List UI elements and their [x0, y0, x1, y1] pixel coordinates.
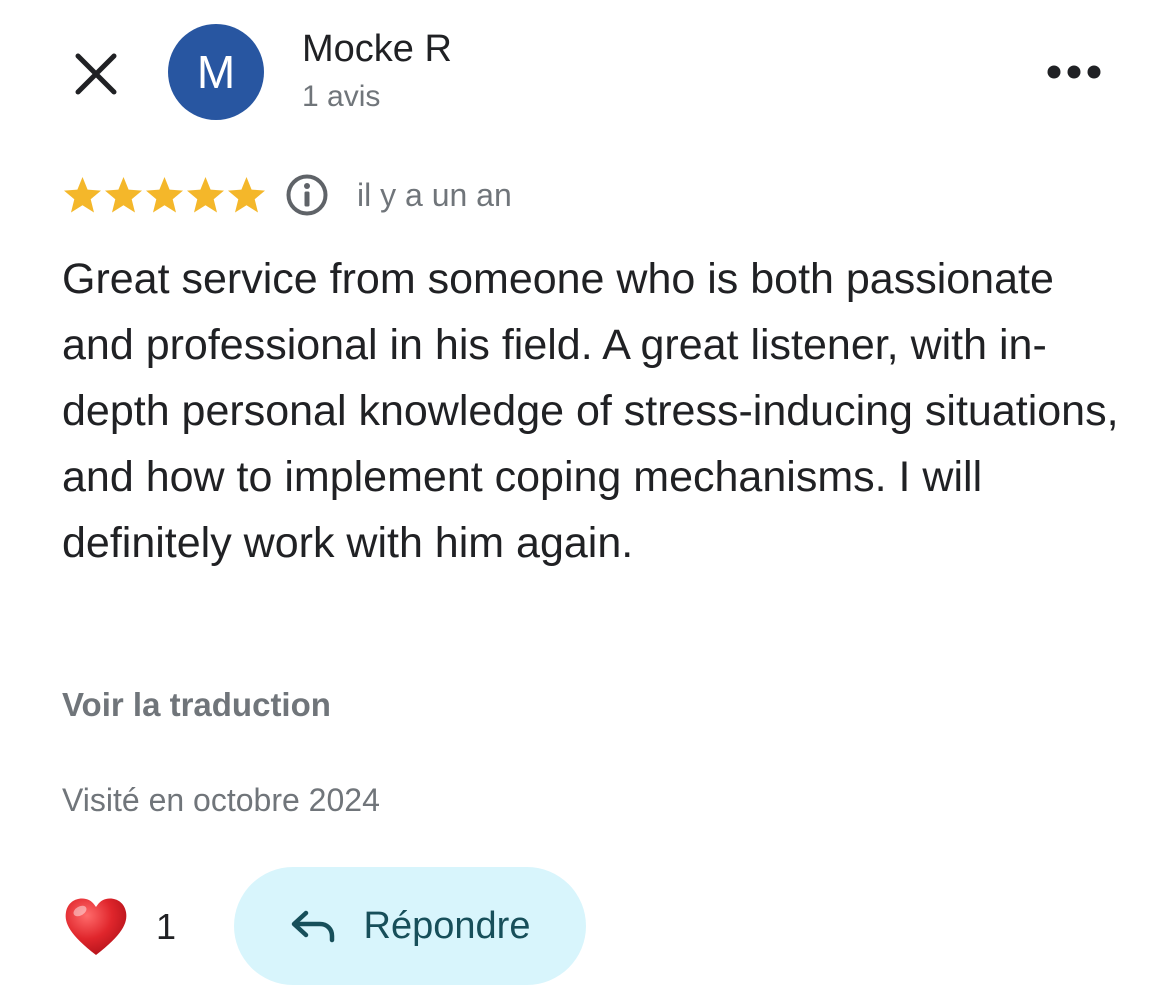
review-date: il y a un an: [357, 176, 512, 213]
reply-label: Répondre: [363, 904, 531, 947]
heart-icon: [65, 898, 127, 955]
more-options-button[interactable]: [1046, 60, 1102, 84]
star-filled-icon: [146, 176, 183, 212]
review-text: Great service from someone who is both p…: [62, 255, 1119, 567]
star-filled-icon: [187, 176, 224, 212]
avatar-initial: M: [196, 46, 236, 98]
visit-date: Visité en octobre 2024: [62, 782, 380, 818]
close-icon: [75, 53, 117, 95]
author-name[interactable]: Mocke R: [302, 28, 452, 71]
star-filled-icon: [64, 176, 101, 212]
like-button[interactable]: 1: [62, 892, 176, 962]
like-count: 1: [156, 906, 177, 947]
rating-row: il y a un an: [62, 172, 512, 218]
star-rating: [62, 175, 267, 216]
close-button[interactable]: [72, 50, 120, 98]
see-translation-link[interactable]: Voir la traduction: [62, 686, 331, 724]
avatar[interactable]: M: [168, 24, 264, 120]
reply-arrow-icon: [291, 910, 334, 943]
info-icon[interactable]: [285, 173, 329, 217]
star-filled-icon: [105, 176, 142, 212]
author-review-count: 1 avis: [302, 80, 381, 113]
star-filled-icon: [228, 176, 265, 212]
reply-button[interactable]: Répondre: [234, 867, 586, 985]
more-horizontal-icon: [1047, 65, 1101, 79]
